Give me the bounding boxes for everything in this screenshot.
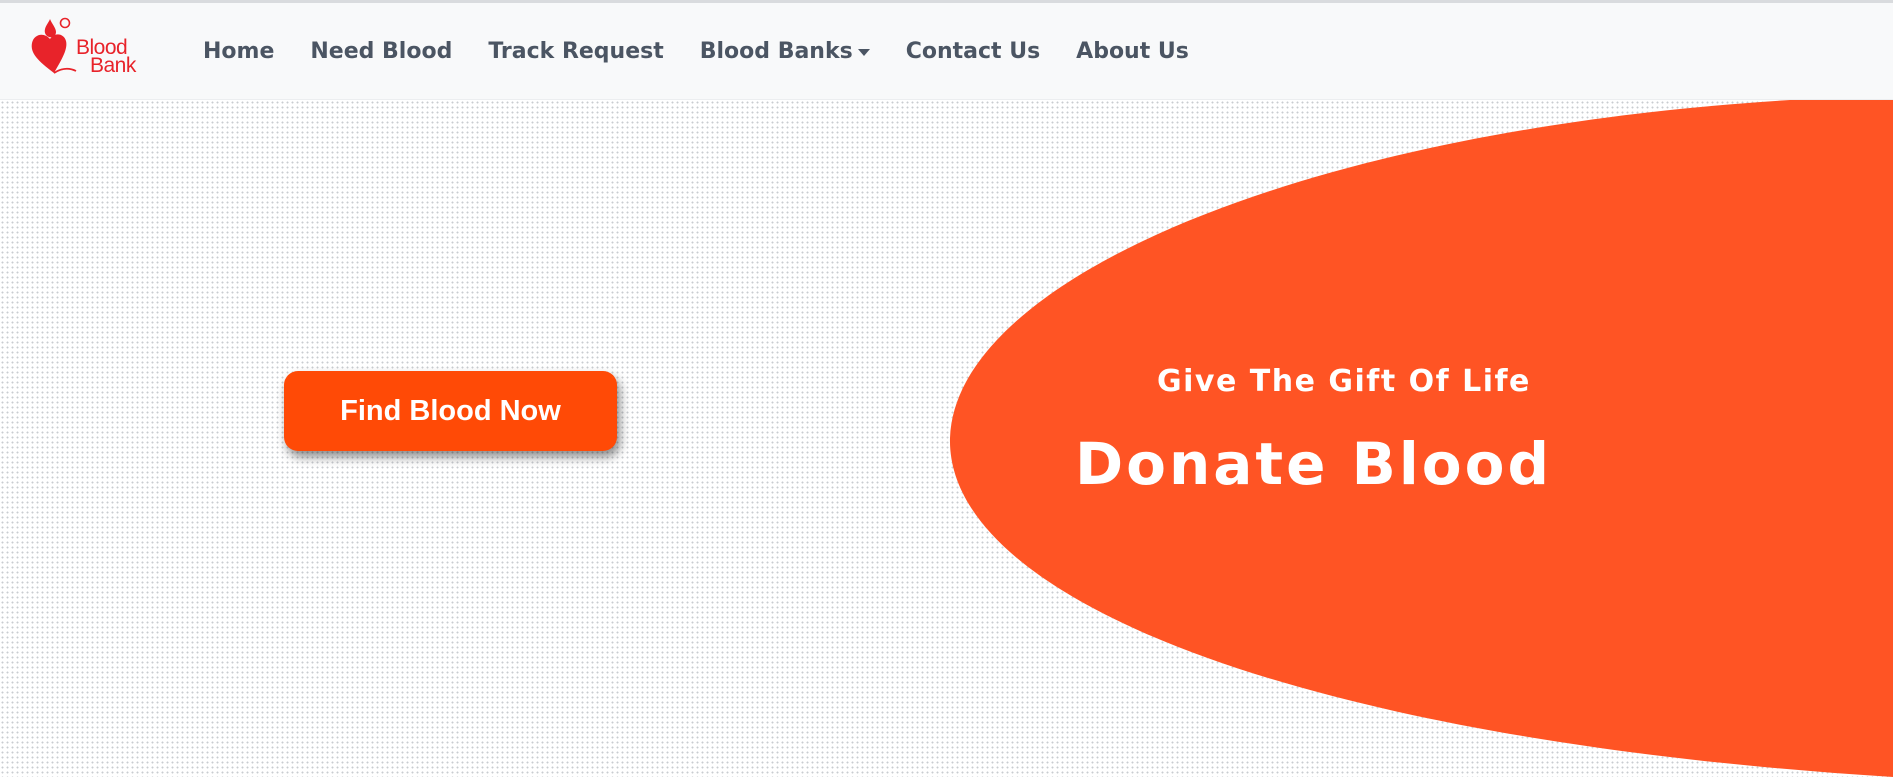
nav-home[interactable]: Home	[203, 39, 274, 64]
hero-section: Find Blood Now Give The Gift Of Life Don…	[0, 100, 1893, 777]
nav-track-request[interactable]: Track Request	[488, 39, 663, 64]
caret-down-icon	[857, 49, 870, 56]
nav-blood-banks-label: Blood Banks	[699, 39, 853, 64]
logo-text-line2: Bank	[90, 54, 136, 77]
nav-about-us[interactable]: About Us	[1076, 39, 1189, 64]
hero-title: Donate Blood	[1075, 430, 1552, 498]
nav-contact-us[interactable]: Contact Us	[906, 39, 1040, 64]
navbar: Blood Bank Home Need Blood Track Request…	[0, 3, 1893, 100]
main-nav: Home Need Blood Track Request Blood Bank…	[203, 3, 1225, 100]
nav-blood-banks-dropdown[interactable]: Blood Banks	[700, 39, 870, 64]
brand-logo[interactable]: Blood Bank	[28, 15, 140, 77]
find-blood-now-button[interactable]: Find Blood Now	[284, 371, 617, 451]
hero-subtitle: Give The Gift Of Life	[1157, 364, 1531, 399]
nav-need-blood[interactable]: Need Blood	[310, 39, 452, 64]
